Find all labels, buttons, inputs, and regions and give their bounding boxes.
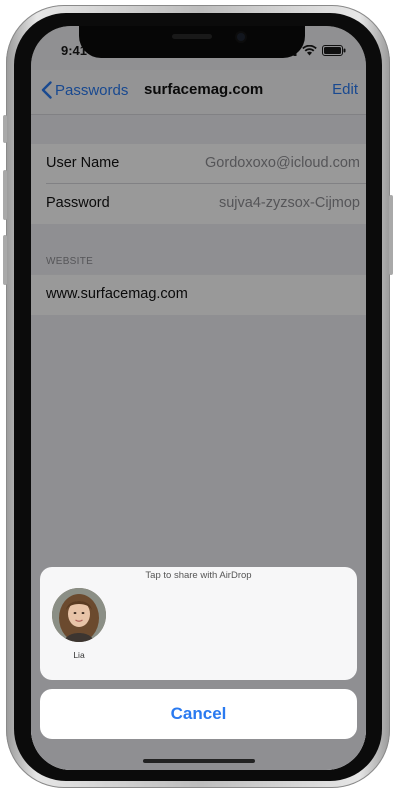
volume-up-button (3, 170, 7, 220)
contact-name: Lia (73, 650, 85, 660)
contact-avatar[interactable] (52, 588, 106, 642)
cancel-button[interactable]: Cancel (40, 689, 357, 739)
power-button (389, 195, 393, 275)
airdrop-hint: Tap to share with AirDrop (145, 570, 252, 581)
volume-down-button (3, 235, 7, 285)
contact-photo (52, 588, 106, 642)
ring-silent-switch (3, 115, 7, 143)
home-indicator[interactable] (143, 759, 255, 763)
airdrop-share-sheet: Tap to share with AirDrop Lia (40, 567, 357, 680)
phone-screen: 9:41 Passwords surfacemag.com Edit User … (31, 26, 366, 770)
